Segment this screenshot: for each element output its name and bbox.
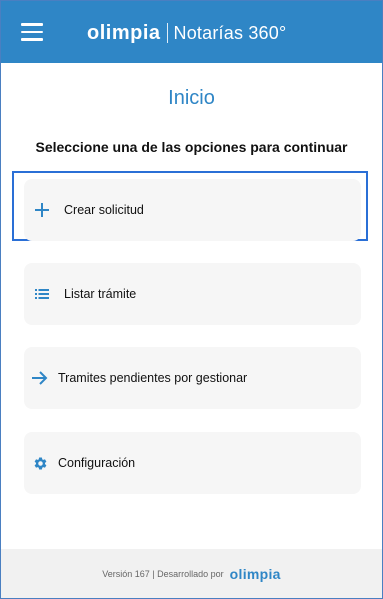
brand: olimpia Notarías 360° <box>87 20 286 46</box>
option-label: Crear solicitud <box>64 203 144 217</box>
arrow-right-icon <box>31 369 49 387</box>
menu-icon[interactable] <box>21 23 43 41</box>
olimpia-footer-logo: olimpia <box>229 565 281 582</box>
page-title: Inicio <box>168 87 215 109</box>
option-listar-tramite[interactable]: Listar trámite <box>24 263 361 325</box>
plus-icon <box>33 201 51 219</box>
product-name: Notarías 360° <box>173 22 287 43</box>
olimpia-logo: olimpia <box>87 21 161 44</box>
option-label: Listar trámite <box>64 287 137 301</box>
footer: Versión 167 | Desarrollado por olimpia <box>1 549 382 598</box>
option-tramites-pendientes[interactable]: Tramites pendientes por gestionar <box>24 347 361 409</box>
page-subtitle: Seleccione una de las opciones para cont… <box>35 139 348 155</box>
list-icon <box>33 285 51 303</box>
brand-divider <box>166 23 168 43</box>
option-crear-solicitud[interactable]: Crear solicitud <box>24 179 361 241</box>
app-frame: olimpia Notarías 360° Inicio Seleccione … <box>0 0 383 599</box>
footer-version-text: Versión 167 | Desarrollado por <box>102 568 224 579</box>
app-header: olimpia Notarías 360° <box>1 1 382 63</box>
gear-icon <box>31 454 49 472</box>
option-label: Tramites pendientes por gestionar <box>58 371 248 385</box>
option-configuracion[interactable]: Configuración <box>24 432 361 494</box>
option-label: Configuración <box>58 456 136 470</box>
